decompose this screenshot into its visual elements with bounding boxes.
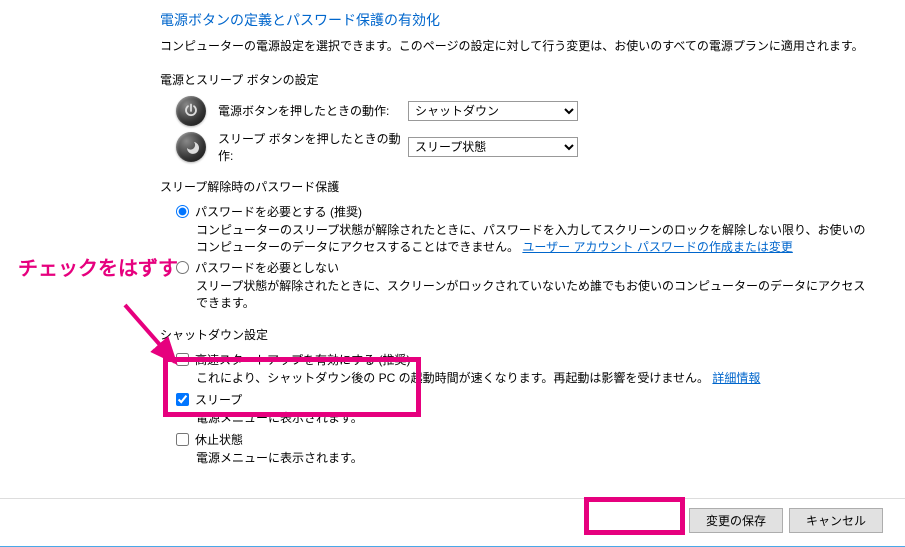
check-row-hibernate: 休止状態 [176,431,875,448]
radio-row-no-password: パスワードを必要としない [176,259,875,276]
checkbox-sleep-label: スリープ [195,391,242,408]
row-sleep-button-action: スリープ ボタンを押したときの動作: スリープ状態 [176,130,875,164]
power-icon [176,96,206,126]
checkbox-sleep-desc: 電源メニューに表示されます。 [196,410,875,427]
divider [0,498,905,499]
checkbox-hibernate[interactable] [176,433,189,446]
checkbox-sleep[interactable] [176,393,189,406]
checkbox-hibernate-desc: 電源メニューに表示されます。 [196,450,875,467]
sleep-button-select[interactable]: スリープ状態 [408,137,578,157]
section-header-password: スリープ解除時のパスワード保護 [160,178,875,195]
sleep-icon [176,132,206,162]
radio-require-password-label: パスワードを必要とする (推奨) [195,203,362,220]
page-description: コンピューターの電源設定を選択できます。このページの設定に対して行う変更は、お使… [160,38,875,55]
radio-row-require-password: パスワードを必要とする (推奨) [176,203,875,220]
annotation-uncheck-text: チェックをはずす [18,252,178,281]
check-row-sleep: スリープ [176,391,875,408]
checkbox-fast-startup-desc: これにより、シャットダウン後の PC の起動時間が速くなります。再起動は影響を受… [196,370,875,387]
save-button[interactable]: 変更の保存 [689,508,783,533]
cancel-button[interactable]: キャンセル [789,508,883,533]
row-power-button-action: 電源ボタンを押したときの動作: シャットダウン [176,96,875,126]
sleep-button-label: スリープ ボタンを押したときの動作: [218,130,408,164]
section-header-buttons: 電源とスリープ ボタンの設定 [160,71,875,88]
radio-no-password-desc: スリープ状態が解除されたときに、スクリーンがロックされていないため誰でもお使いの… [196,278,875,312]
bottom-button-bar: 変更の保存 キャンセル [689,508,883,533]
link-create-change-password[interactable]: ユーザー アカウント パスワードの作成または変更 [522,240,792,254]
link-fast-startup-info[interactable]: 詳細情報 [712,371,760,385]
checkbox-hibernate-label: 休止状態 [195,431,243,448]
power-button-select[interactable]: シャットダウン [408,101,578,121]
checkbox-fast-startup[interactable] [176,353,189,366]
radio-require-password-desc: コンピューターのスリープ状態が解除されたときに、パスワードを入力してスクリーンの… [196,222,875,256]
radio-no-password-label: パスワードを必要としない [195,259,339,276]
checkbox-fast-startup-label: 高速スタートアップを有効にする (推奨) [195,351,410,368]
radio-require-password[interactable] [176,205,189,218]
power-button-label: 電源ボタンを押したときの動作: [218,102,408,119]
page-title: 電源ボタンの定義とパスワード保護の有効化 [160,10,875,30]
section-header-shutdown: シャットダウン設定 [160,326,875,343]
annotation-box-save-button [584,497,685,535]
check-row-fast-startup: 高速スタートアップを有効にする (推奨) [176,351,875,368]
